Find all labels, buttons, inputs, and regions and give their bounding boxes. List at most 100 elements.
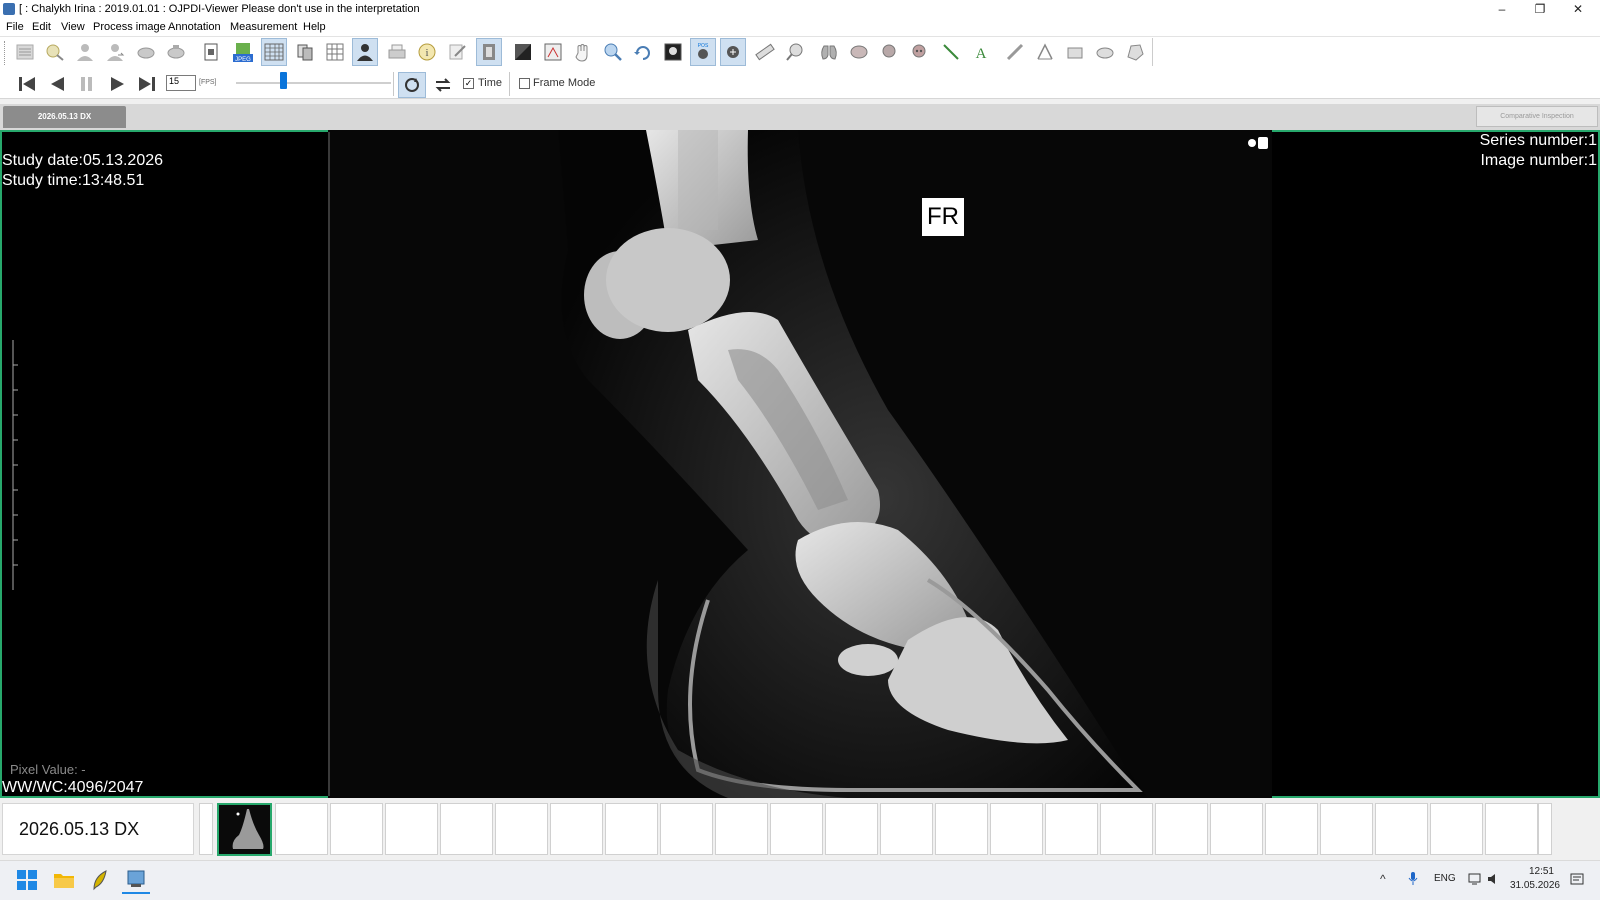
- head-icon[interactable]: [876, 38, 902, 66]
- thumbnail-slot[interactable]: [1265, 803, 1318, 855]
- volume-icon[interactable]: [1486, 872, 1500, 886]
- zoom-icon[interactable]: [600, 38, 626, 66]
- speed-slider-thumb[interactable]: [279, 72, 287, 89]
- microphone-icon[interactable]: [1408, 872, 1418, 886]
- menu-help[interactable]: Help: [303, 21, 326, 33]
- list-icon[interactable]: [12, 38, 38, 66]
- thumbnail-slot[interactable]: [1485, 803, 1538, 855]
- first-frame-icon[interactable]: [14, 72, 40, 96]
- text-annotation-icon[interactable]: A: [968, 38, 994, 66]
- invert-icon[interactable]: [660, 38, 686, 66]
- menu-annotation[interactable]: Annotation: [168, 21, 221, 33]
- feather-app-icon[interactable]: [86, 866, 114, 894]
- thumbnail-slot[interactable]: [935, 803, 988, 855]
- print-icon[interactable]: [384, 38, 410, 66]
- grid-icon[interactable]: [322, 38, 348, 66]
- measure-line-icon[interactable]: [1002, 38, 1028, 66]
- frame-mode-checkbox[interactable]: [519, 78, 530, 89]
- brain-icon[interactable]: [846, 38, 872, 66]
- network-icon[interactable]: [1468, 872, 1482, 886]
- pan-hand-icon[interactable]: [570, 38, 596, 66]
- tab-study[interactable]: 2026.05.13 DX: [3, 106, 126, 128]
- thumbnail-slot[interactable]: [880, 803, 933, 855]
- viewer-app-icon[interactable]: [122, 866, 150, 894]
- thumbnail-slot[interactable]: [1155, 803, 1208, 855]
- ellipse-roi-icon[interactable]: [1092, 38, 1118, 66]
- edit-icon[interactable]: [444, 38, 470, 66]
- thumbnail-slot[interactable]: [1045, 803, 1098, 855]
- disk-icon[interactable]: [133, 38, 159, 66]
- thumbnail-slot[interactable]: [825, 803, 878, 855]
- search-db-icon[interactable]: [42, 38, 68, 66]
- rect-roi-icon[interactable]: [1062, 38, 1088, 66]
- menu-edit[interactable]: Edit: [32, 21, 51, 33]
- thumbnail-slot[interactable]: [660, 803, 713, 855]
- minimize-button[interactable]: –: [1484, 0, 1520, 19]
- thumbnail-slot[interactable]: [1320, 803, 1373, 855]
- play-icon[interactable]: [104, 72, 130, 96]
- thumbnail-slot[interactable]: [330, 803, 383, 855]
- thumbnail-slot[interactable]: [1375, 803, 1428, 855]
- thumbnail-slot[interactable]: [770, 803, 823, 855]
- thumbnail-slot[interactable]: [495, 803, 548, 855]
- clock-time[interactable]: 12:51: [1508, 866, 1554, 877]
- disk-burn-icon[interactable]: [163, 38, 189, 66]
- lung-icon[interactable]: [816, 38, 842, 66]
- document-icon[interactable]: [198, 38, 224, 66]
- pause-icon[interactable]: [74, 72, 100, 96]
- layout-grid-icon[interactable]: [261, 38, 287, 66]
- maximize-button[interactable]: ❐: [1522, 0, 1558, 19]
- series-icon[interactable]: [292, 38, 318, 66]
- thumbnail-slot[interactable]: [440, 803, 493, 855]
- time-checkbox[interactable]: ✓: [463, 78, 474, 89]
- info-icon[interactable]: i: [414, 38, 440, 66]
- swap-direction-icon[interactable]: [430, 72, 456, 98]
- patient-icon[interactable]: [72, 38, 98, 66]
- menu-file[interactable]: File: [6, 21, 24, 33]
- tray-chevron-icon[interactable]: ^: [1380, 872, 1386, 886]
- thumbnail-slot[interactable]: [385, 803, 438, 855]
- position-icon[interactable]: POS: [690, 38, 716, 66]
- thumbnail-slot[interactable]: [605, 803, 658, 855]
- fps-input[interactable]: 15: [166, 75, 196, 91]
- thumbnail-slot[interactable]: [715, 803, 768, 855]
- toolbar-grip[interactable]: [4, 41, 7, 65]
- loop-icon[interactable]: [398, 72, 426, 98]
- stack-icon[interactable]: [476, 38, 502, 66]
- menu-view[interactable]: View: [61, 21, 85, 33]
- thumbnail-slot[interactable]: [1100, 803, 1153, 855]
- skull-icon[interactable]: [906, 38, 932, 66]
- line-tool-icon[interactable]: [938, 38, 964, 66]
- ruler-icon[interactable]: [752, 38, 778, 66]
- thumbnail-slot[interactable]: [990, 803, 1043, 855]
- thumbnail-scroll-left[interactable]: [199, 803, 213, 855]
- menu-process-image[interactable]: Process image: [93, 21, 166, 33]
- thumbnail-scroll-right[interactable]: [1538, 803, 1552, 855]
- previous-frame-icon[interactable]: [44, 72, 70, 96]
- clock-date[interactable]: 31.05.2026: [1508, 880, 1560, 891]
- thumbnail-slot[interactable]: [550, 803, 603, 855]
- last-frame-icon[interactable]: [134, 72, 160, 96]
- windows-start-icon[interactable]: [13, 866, 41, 894]
- comparative-inspection-button[interactable]: Comparative Inspection: [1476, 106, 1598, 127]
- speed-slider-track[interactable]: [236, 82, 391, 84]
- rotate-icon[interactable]: [630, 38, 656, 66]
- notification-icon[interactable]: [1570, 873, 1584, 887]
- polygon-roi-icon[interactable]: [1122, 38, 1148, 66]
- patient-export-icon[interactable]: [102, 38, 128, 66]
- menu-measurement[interactable]: Measurement: [230, 21, 297, 33]
- thumbnail-active[interactable]: [217, 803, 272, 856]
- file-explorer-icon[interactable]: [50, 866, 78, 894]
- person-info-icon[interactable]: [352, 38, 378, 66]
- thumbnail-slot[interactable]: [1430, 803, 1483, 855]
- magnify-plus-icon[interactable]: [720, 38, 746, 66]
- thumbnail-slot[interactable]: [275, 803, 328, 855]
- angle-icon[interactable]: [1032, 38, 1058, 66]
- thumbnail-slot[interactable]: [1210, 803, 1263, 855]
- input-language[interactable]: ENG: [1434, 873, 1456, 884]
- jpeg-export-icon[interactable]: JPEG: [230, 38, 256, 66]
- close-button[interactable]: ✕: [1560, 0, 1596, 19]
- window-level-icon[interactable]: [510, 38, 536, 66]
- pixel-probe-icon[interactable]: [782, 38, 808, 66]
- roi-icon[interactable]: [540, 38, 566, 66]
